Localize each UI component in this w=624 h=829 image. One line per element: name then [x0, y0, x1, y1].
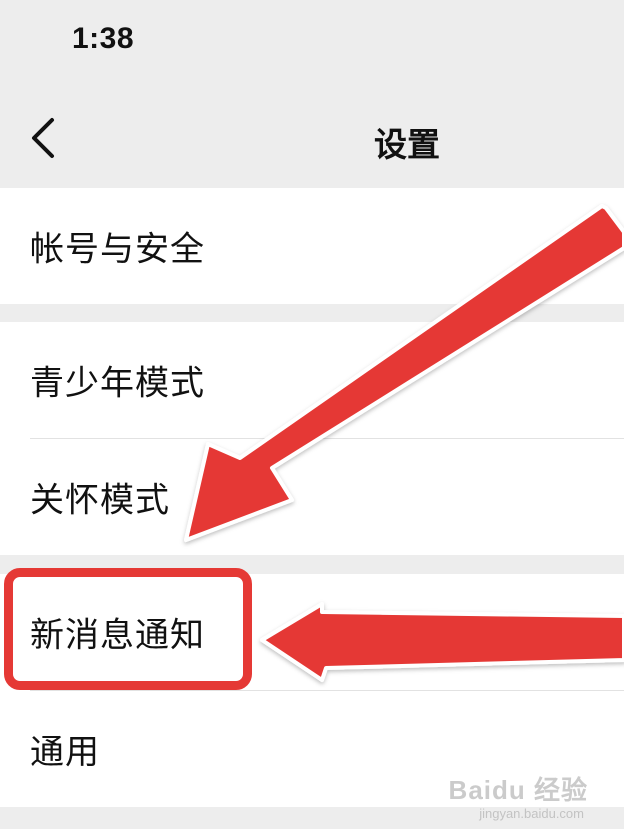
nav-bar: 设置 — [0, 92, 624, 188]
settings-item-label: 新消息通知 — [30, 615, 205, 656]
status-time: 1:38 — [72, 22, 135, 55]
settings-item-care-mode[interactable]: 关怀模式 — [0, 439, 624, 555]
settings-item-label: 关怀模式 — [30, 480, 170, 521]
watermark-logo: Baidu 经验 — [448, 775, 588, 805]
settings-item-youth-mode[interactable]: 青少年模式 — [0, 322, 624, 438]
settings-item-new-message-notifications[interactable]: 新消息通知 — [0, 574, 624, 690]
settings-item-label: 通用 — [30, 732, 100, 773]
settings-group-modes: 青少年模式 关怀模式 — [0, 322, 624, 555]
page-title: 设置 — [374, 125, 440, 164]
settings-group-account: 帐号与安全 — [0, 188, 624, 304]
settings-item-label: 青少年模式 — [30, 363, 205, 404]
settings-item-account-security[interactable]: 帐号与安全 — [0, 188, 624, 304]
status-bar: 1:38 — [0, 0, 624, 92]
watermark-url: jingyan.baidu.com — [479, 806, 584, 821]
settings-item-label: 帐号与安全 — [30, 229, 205, 270]
